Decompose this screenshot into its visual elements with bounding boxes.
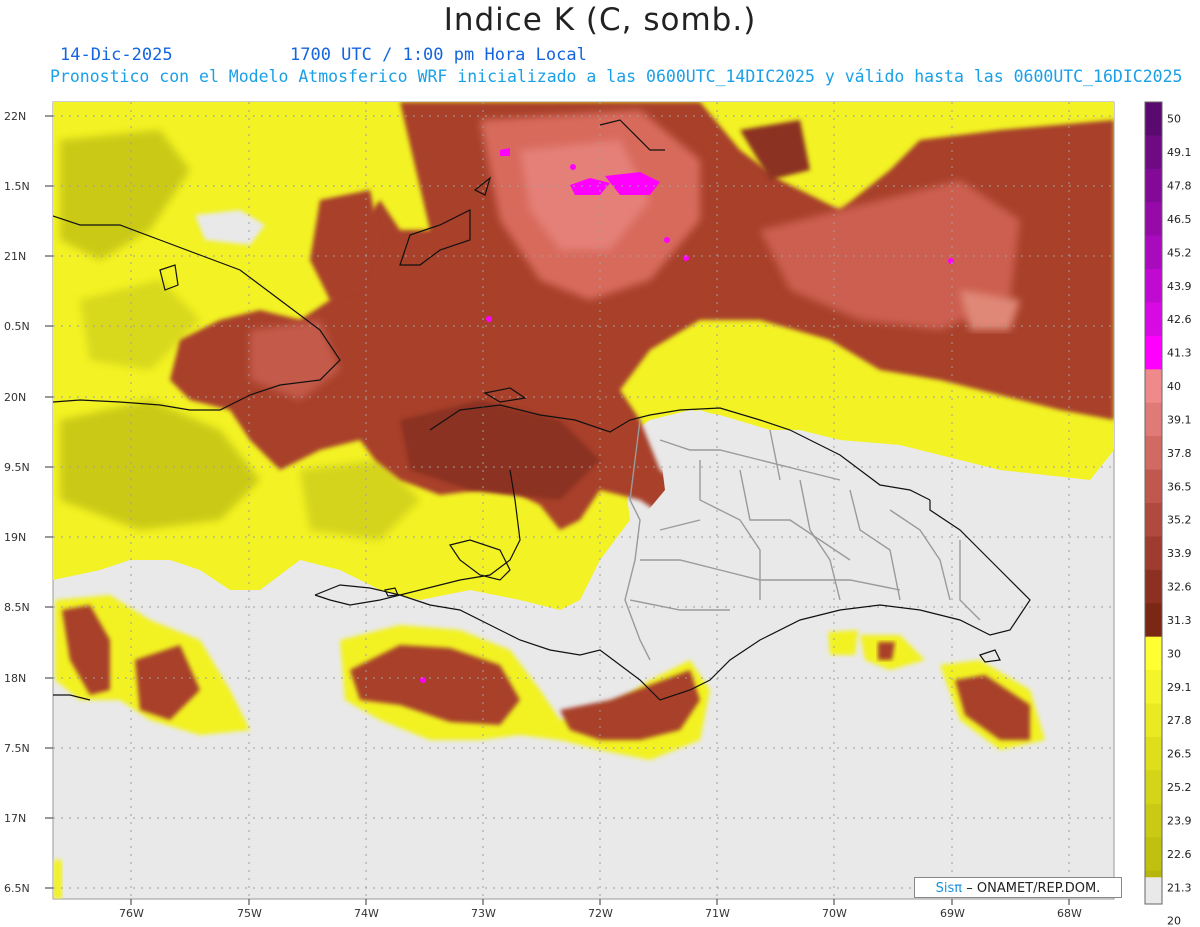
lat-label: 0.5N xyxy=(4,320,30,333)
lon-label: 72W xyxy=(588,907,613,920)
lat-label: 7.5N xyxy=(4,742,30,755)
lat-label: 19N xyxy=(4,531,26,544)
colorbar-label: 47.8 xyxy=(1167,180,1192,193)
colorbar-label: 30 xyxy=(1167,647,1181,660)
colorbar: 50 49.1 47.8 46.5 45.2 43.9 42.6 41.3 40 39.1 37.8… xyxy=(1144,101,1192,927)
colorbar-label: 46.5 xyxy=(1167,213,1192,226)
colorbar-swatch xyxy=(1145,202,1162,237)
colorbar-swatch xyxy=(1145,670,1162,704)
lon-label: 76W xyxy=(119,907,144,920)
colorbar-label: 29.1 xyxy=(1167,681,1192,694)
colorbar-swatch xyxy=(1145,770,1162,805)
colorbar-swatch xyxy=(1145,736,1162,771)
colorbar-swatch xyxy=(1145,703,1162,738)
colorbar-swatch xyxy=(1145,569,1162,604)
colorbar-swatch xyxy=(1145,503,1162,537)
field-yellow-south-5 xyxy=(828,630,858,655)
lon-label: 75W xyxy=(237,907,262,920)
colorbar-swatch xyxy=(1145,102,1162,136)
colorbar-swatch xyxy=(1145,402,1162,437)
lon-axis: 76W 75W 74W 73W 72W 71W 70W 69W 68W xyxy=(119,907,1082,920)
lat-label: 17N xyxy=(4,812,26,825)
colorbar-label: 21.3 xyxy=(1167,881,1192,894)
lat-label: 21N xyxy=(4,250,26,263)
colorbar-label: 23.9 xyxy=(1167,814,1192,827)
colorbar-label: 40 xyxy=(1167,380,1181,393)
colorbar-label: 45.2 xyxy=(1167,246,1192,259)
colorbar-swatch xyxy=(1145,837,1162,872)
lat-label: 22N xyxy=(4,110,26,123)
lon-label: 68W xyxy=(1057,907,1082,920)
colorbar-label: 49.1 xyxy=(1167,146,1192,159)
colorbar-label: 27.8 xyxy=(1167,714,1192,727)
colorbar-label: 41.3 xyxy=(1167,347,1192,360)
colorbar-label: 39.1 xyxy=(1167,413,1192,426)
map-figure: 22N 1.5N 21N 0.5N 20N 9.5N 19N 8.5N 18N … xyxy=(0,95,1200,927)
lon-label: 71W xyxy=(705,907,730,920)
colorbar-label: 50 xyxy=(1167,113,1181,126)
lat-ticks xyxy=(45,115,53,889)
lat-label: 6.5N xyxy=(4,882,30,895)
colorbar-swatch xyxy=(1145,168,1162,203)
colorbar-swatch xyxy=(1145,436,1162,471)
lat-label: 20N xyxy=(4,391,26,404)
colorbar-label: 37.8 xyxy=(1167,447,1192,460)
lat-label: 1.5N xyxy=(4,180,30,193)
credit-text: – ONAMET/REP.DOM. xyxy=(966,881,1101,896)
colorbar-swatch xyxy=(1145,877,1162,904)
lat-axis: 22N 1.5N 21N 0.5N 20N 9.5N 19N 8.5N 18N … xyxy=(4,110,30,895)
lat-label: 8.5N xyxy=(4,601,30,614)
colorbar-swatch xyxy=(1145,235,1162,270)
colorbar-swatch xyxy=(1145,269,1162,303)
field-yellow-south-6 xyxy=(53,860,62,899)
colorbar-label: 22.6 xyxy=(1167,848,1192,861)
colorbar-label: 31.3 xyxy=(1167,614,1192,627)
map-title: Indice K (C, somb.) xyxy=(443,2,757,38)
forecast-subtitle: Pronostico con el Modelo Atmosferico WRF… xyxy=(50,67,1183,86)
colorbar-swatch xyxy=(1145,135,1162,170)
colorbar-swatch xyxy=(1145,302,1162,337)
colorbar-label: 33.9 xyxy=(1167,547,1192,560)
lat-label: 18N xyxy=(4,672,26,685)
forecast-time: 1700 UTC / 1:00 pm Hora Local xyxy=(290,45,587,65)
lon-label: 73W xyxy=(471,907,496,920)
colorbar-label: 26.5 xyxy=(1167,748,1192,761)
colorbar-swatch xyxy=(1145,536,1162,571)
colorbar-swatch xyxy=(1145,603,1162,638)
forecast-date: 14-Dic-2025 xyxy=(60,45,173,65)
colorbar-label: 42.6 xyxy=(1167,313,1192,326)
colorbar-swatch xyxy=(1145,803,1162,838)
colorbar-label: 25.2 xyxy=(1167,781,1192,794)
colorbar-swatch xyxy=(1145,469,1162,504)
colorbar-label: 43.9 xyxy=(1167,280,1192,293)
colorbar-label: 20 xyxy=(1167,915,1181,927)
credit-box: Sisπ – ONAMET/REP.DOM. xyxy=(914,877,1122,898)
credit-brand: Sisπ xyxy=(935,881,963,896)
colorbar-swatch xyxy=(1145,636,1162,671)
colorbar-swatch xyxy=(1145,335,1162,370)
lat-label: 9.5N xyxy=(4,461,30,474)
colorbar-label: 35.2 xyxy=(1167,514,1192,527)
colorbar-label: 32.6 xyxy=(1167,581,1192,594)
colorbar-label: 36.5 xyxy=(1167,480,1192,493)
lon-label: 74W xyxy=(354,907,379,920)
lon-ticks xyxy=(130,899,1070,905)
colorbar-swatch xyxy=(1145,369,1162,404)
lon-label: 69W xyxy=(940,907,965,920)
lon-label: 70W xyxy=(822,907,847,920)
